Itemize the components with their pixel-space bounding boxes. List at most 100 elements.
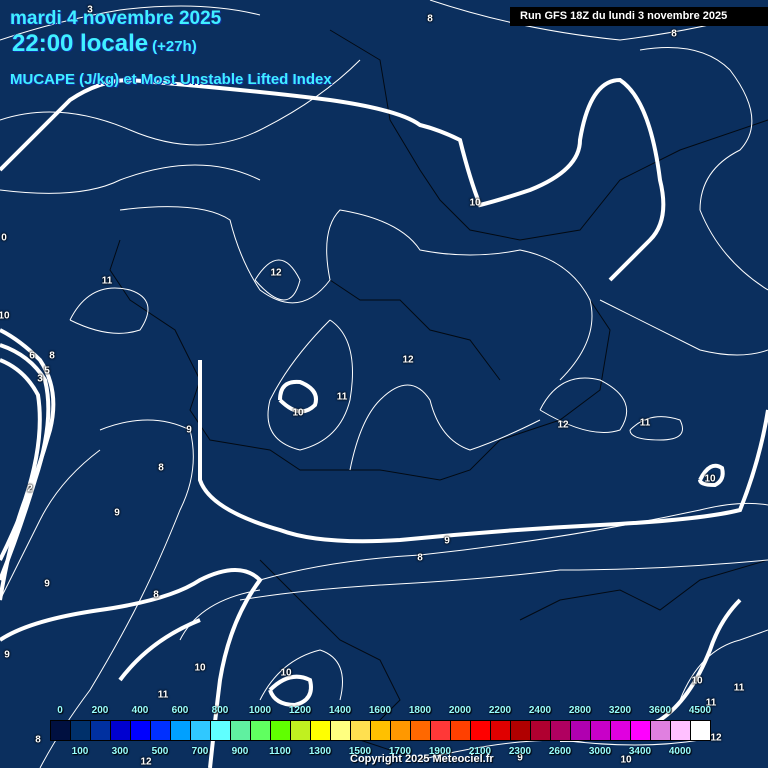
contour-label: 11 bbox=[101, 275, 113, 287]
contour-label: 9 bbox=[186, 424, 192, 436]
colorbar-label: 3600 bbox=[648, 705, 672, 716]
coastlines bbox=[109, 29, 768, 761]
contour-label: 8 bbox=[427, 13, 433, 25]
colorbar-label: 3400 bbox=[628, 746, 652, 757]
contour-label: 11 bbox=[733, 682, 745, 694]
colorbar-swatch bbox=[671, 721, 691, 740]
colorbar-swatch bbox=[351, 721, 371, 740]
colorbar-label: 3000 bbox=[588, 746, 612, 757]
contour-label: 10 bbox=[0, 310, 10, 322]
contour-label: 2 bbox=[27, 483, 33, 495]
colorbar-label: 4000 bbox=[668, 746, 692, 757]
contour-label: 3 bbox=[37, 373, 43, 385]
colorbar-swatch bbox=[651, 721, 671, 740]
colorbar-swatch bbox=[171, 721, 191, 740]
colorbar-swatch bbox=[511, 721, 531, 740]
colorbar-label: 2200 bbox=[488, 705, 512, 716]
colorbar-label: 2800 bbox=[568, 705, 592, 716]
colorbar-label: 4500 bbox=[688, 705, 712, 716]
colorbar-label: 300 bbox=[111, 746, 129, 757]
colorbar-swatch bbox=[491, 721, 511, 740]
contour-label: 10 bbox=[194, 662, 206, 674]
colorbar-label: 1400 bbox=[328, 705, 352, 716]
contour-label: 8 bbox=[153, 589, 159, 601]
contour-label: 10 bbox=[704, 473, 716, 485]
forecast-time: 22:00 locale (+27h) bbox=[12, 30, 197, 58]
colorbar-label: 1600 bbox=[368, 705, 392, 716]
contour-label: 12 bbox=[140, 756, 152, 768]
contour-label: 12 bbox=[270, 267, 282, 279]
colorbar-label: 2000 bbox=[448, 705, 472, 716]
colorbar-swatch bbox=[631, 721, 651, 740]
colorbar-label: 800 bbox=[211, 705, 229, 716]
contour-label: 11 bbox=[336, 391, 348, 403]
colorbar-label: 500 bbox=[151, 746, 169, 757]
contour-label: 9 bbox=[444, 535, 450, 547]
colorbar-swatch bbox=[271, 721, 291, 740]
colorbar-label: 900 bbox=[231, 746, 249, 757]
colorbar-label: 2300 bbox=[508, 746, 532, 757]
colorbar-swatch bbox=[331, 721, 351, 740]
colorbar-swatch bbox=[191, 721, 211, 740]
colorbar-swatch bbox=[291, 721, 311, 740]
run-info: Run GFS 18Z du lundi 3 novembre 2025 bbox=[510, 7, 768, 26]
colorbar-swatch bbox=[231, 721, 251, 740]
colorbar-label: 2600 bbox=[548, 746, 572, 757]
colorbar-swatch bbox=[571, 721, 591, 740]
contour-label: 9 bbox=[44, 578, 50, 590]
contour-label: 5 bbox=[44, 365, 50, 377]
colorbar-swatch bbox=[531, 721, 551, 740]
colorbar-swatch bbox=[71, 721, 91, 740]
colorbar-label: 100 bbox=[71, 746, 89, 757]
colorbar-swatch bbox=[111, 721, 131, 740]
contour-label: 8 bbox=[671, 28, 677, 40]
contour-label: 9 bbox=[4, 649, 10, 661]
local-time: 22:00 locale bbox=[12, 30, 149, 57]
colorbar-label: 1100 bbox=[269, 746, 291, 757]
colorbar-swatch bbox=[391, 721, 411, 740]
colorbar-swatch bbox=[431, 721, 451, 740]
contour-label: 11 bbox=[157, 689, 169, 701]
colorbar-swatch bbox=[131, 721, 151, 740]
colorbar-label: 400 bbox=[131, 705, 149, 716]
colorbar bbox=[50, 720, 711, 741]
copyright: Copyright 2025 Meteociel.fr bbox=[350, 753, 494, 765]
colorbar-swatch bbox=[691, 721, 710, 740]
colorbar-swatch bbox=[411, 721, 431, 740]
colorbar-swatch bbox=[151, 721, 171, 740]
thick-contours bbox=[0, 77, 768, 768]
colorbar-swatch bbox=[551, 721, 571, 740]
map-contours bbox=[0, 0, 768, 768]
contour-label: 10 bbox=[292, 407, 304, 419]
colorbar-swatch bbox=[611, 721, 631, 740]
contour-label: 0 bbox=[1, 232, 7, 244]
colorbar-swatch bbox=[91, 721, 111, 740]
contour-label: 12 bbox=[402, 354, 414, 366]
colorbar-swatch bbox=[251, 721, 271, 740]
colorbar-label: 1300 bbox=[308, 746, 332, 757]
contour-label: 9 bbox=[114, 507, 120, 519]
contour-label: 8 bbox=[49, 350, 55, 362]
colorbar-label: 2400 bbox=[528, 705, 552, 716]
colorbar-swatch bbox=[451, 721, 471, 740]
colorbar-swatch bbox=[211, 721, 231, 740]
colorbar-swatch bbox=[591, 721, 611, 740]
contour-label: 12 bbox=[710, 732, 722, 744]
contour-label: 6 bbox=[29, 350, 35, 362]
thin-contours bbox=[0, 0, 768, 768]
contour-label: 8 bbox=[35, 734, 41, 746]
contour-label: 10 bbox=[280, 667, 292, 679]
colorbar-label: 0 bbox=[57, 705, 63, 716]
contour-label: 12 bbox=[557, 419, 569, 431]
contour-label: 10 bbox=[469, 197, 481, 209]
contour-label: 8 bbox=[158, 462, 164, 474]
contour-label: 10 bbox=[691, 675, 703, 687]
colorbar-label: 1000 bbox=[248, 705, 272, 716]
colorbar-swatch bbox=[311, 721, 331, 740]
colorbar-label: 700 bbox=[191, 746, 209, 757]
colorbar-label: 1200 bbox=[288, 705, 312, 716]
colorbar-swatch bbox=[51, 721, 71, 740]
contour-label: 8 bbox=[417, 552, 423, 564]
colorbar-swatch bbox=[471, 721, 491, 740]
colorbar-label: 1800 bbox=[408, 705, 432, 716]
